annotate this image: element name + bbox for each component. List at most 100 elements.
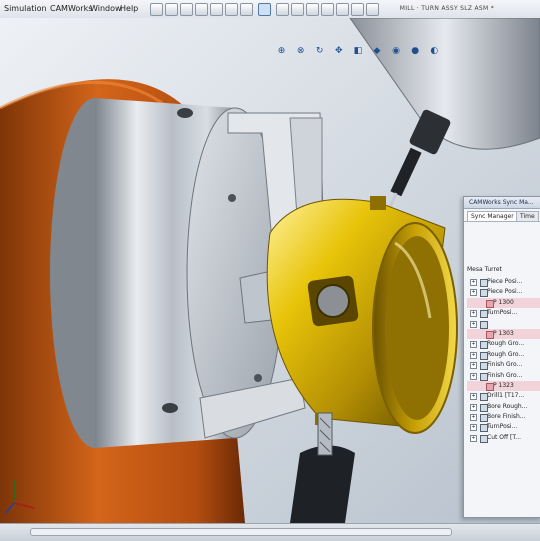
heads-up-view-toolbar: ⊕ ⊗ ↻ ✥ ◧ ◆ ◉ ● ◐: [276, 38, 443, 56]
undo-icon[interactable]: [210, 3, 223, 16]
rebuild-icon[interactable]: [258, 3, 271, 16]
tree-item-label: Bore Finish...: [487, 413, 526, 421]
tree-item[interactable]: +: [467, 319, 540, 329]
operation-icon: [486, 299, 494, 308]
operation-icon: [480, 362, 488, 371]
tree-item[interactable]: + Piece Posi...: [467, 277, 540, 287]
display-style-icon[interactable]: ◆: [371, 46, 382, 57]
tree-item-label: Rough Gro...: [487, 340, 525, 348]
tree-item-label: Cut Off [T...: [487, 433, 522, 441]
expand-icon[interactable]: +: [470, 320, 477, 328]
operation-icon: [480, 289, 488, 298]
tree-item[interactable]: + Piece Posi...: [467, 287, 540, 298]
tree-item[interactable]: + TurnPosi...: [467, 422, 540, 433]
tree-item[interactable]: + Bore Finish...: [467, 412, 540, 423]
rotate-icon[interactable]: ↻: [314, 46, 325, 57]
tree-item[interactable]: P 1323: [467, 380, 540, 392]
expand-icon[interactable]: +: [470, 424, 477, 432]
operation-icon: [480, 341, 488, 350]
tab-sync-manager[interactable]: Sync Manager: [467, 211, 518, 221]
expand-icon[interactable]: +: [470, 372, 477, 380]
select-icon[interactable]: [240, 3, 253, 16]
tree-item[interactable]: P 1300: [467, 297, 540, 309]
open-file-icon[interactable]: [165, 3, 178, 16]
horizontal-scrollbar[interactable]: [30, 528, 452, 536]
expand-icon[interactable]: +: [470, 351, 477, 359]
tree-item-label: P 1300: [493, 298, 514, 306]
tab-time[interactable]: Time: [516, 211, 539, 221]
menu-camworks[interactable]: CAMWorks: [50, 4, 92, 13]
expand-icon[interactable]: +: [470, 341, 477, 349]
tree-item-label: Bore Rough...: [487, 402, 528, 410]
scene-icon[interactable]: ◐: [429, 46, 440, 57]
operation-icon: [486, 330, 494, 339]
expand-icon[interactable]: +: [470, 403, 477, 411]
drill-tool: [317, 412, 333, 456]
redo-icon[interactable]: [225, 3, 238, 16]
tree-item[interactable]: + Finish Gro...: [467, 360, 540, 371]
toolbar-icon-f[interactable]: [366, 3, 379, 16]
expand-icon[interactable]: +: [470, 393, 477, 401]
toolbar-icon-c[interactable]: [321, 3, 334, 16]
menu-bar: Simulation CAMWorks Window Help MILL · T…: [0, 0, 540, 19]
tree-item[interactable]: + Drill1 [T17...: [467, 391, 540, 402]
camworks-sync-manager-panel: CAMWorks Sync Ma... Sync Manager Time Me…: [463, 196, 540, 518]
operation-icon: [480, 393, 488, 402]
tree-item[interactable]: + Cut Off [T...: [467, 433, 540, 443]
operation-icon: [480, 414, 488, 423]
menu-window[interactable]: Window: [90, 4, 122, 13]
tree-item-label: TurnPosi...: [487, 423, 518, 431]
pan-icon[interactable]: ✥: [333, 46, 344, 57]
zoom-fit-icon[interactable]: ⊕: [276, 46, 287, 57]
expand-icon[interactable]: +: [470, 434, 477, 442]
operation-icon: [480, 424, 488, 433]
toolbar-icon-b[interactable]: [306, 3, 319, 16]
menu-help[interactable]: Help: [120, 4, 138, 13]
expand-icon[interactable]: +: [470, 362, 477, 370]
expand-icon[interactable]: +: [470, 289, 477, 297]
status-bar: [0, 523, 540, 541]
tree-item-label: Finish Gro...: [487, 371, 523, 379]
tree-item-label: Piece Posi...: [487, 288, 523, 296]
tree-item[interactable]: + Bore Rough...: [467, 402, 540, 412]
options-icon[interactable]: [276, 3, 289, 16]
tree-item[interactable]: + Rough Gro...: [467, 350, 540, 360]
tree-item-label: P 1303: [493, 329, 514, 337]
expand-icon[interactable]: +: [470, 310, 477, 318]
operation-icon: [480, 310, 488, 319]
part-port-hole: [316, 284, 350, 318]
graphics-viewport[interactable]: [0, 18, 540, 523]
operation-icon: [480, 434, 488, 443]
toolbar-icon-d[interactable]: [336, 3, 349, 16]
appearance-icon[interactable]: ●: [410, 46, 421, 57]
toolbar-icon-a[interactable]: [291, 3, 304, 16]
tree-item-label: Rough Gro...: [487, 350, 525, 358]
panel-tabs: Sync Manager Time: [464, 209, 540, 222]
operation-icon: [480, 372, 488, 381]
menu-simulation[interactable]: Simulation: [4, 4, 47, 13]
tree-item-label: Drill1 [T17...: [487, 392, 525, 400]
operation-icon: [480, 320, 488, 329]
tree-item[interactable]: P 1303: [467, 328, 540, 340]
tree-root[interactable]: Mesa Turret: [467, 266, 502, 273]
tree-item-label: TurnPosi...: [487, 309, 518, 317]
tree-item[interactable]: + Rough Gro...: [467, 339, 540, 350]
window-title: MILL · TURN ASSY SLZ ASM *: [399, 5, 494, 12]
operation-icon: [480, 279, 488, 287]
save-icon[interactable]: [180, 3, 193, 16]
operation-icon: [480, 403, 488, 412]
section-view-icon[interactable]: ◧: [352, 46, 363, 57]
zoom-area-icon[interactable]: ⊗: [295, 46, 306, 57]
tree-item[interactable]: + Finish Gro...: [467, 371, 540, 381]
panel-title: CAMWorks Sync Ma...: [464, 197, 540, 209]
tree-item[interactable]: + TurnPosi...: [467, 308, 540, 319]
hide-show-icon[interactable]: ◉: [391, 46, 402, 57]
operation-icon: [486, 382, 494, 391]
expand-icon[interactable]: +: [470, 414, 477, 422]
tree-item-label: Finish Gro...: [487, 361, 523, 369]
expand-icon[interactable]: +: [470, 279, 477, 286]
new-file-icon[interactable]: [150, 3, 163, 16]
print-icon[interactable]: [195, 3, 208, 16]
operation-icon: [480, 351, 488, 360]
toolbar-icon-e[interactable]: [351, 3, 364, 16]
